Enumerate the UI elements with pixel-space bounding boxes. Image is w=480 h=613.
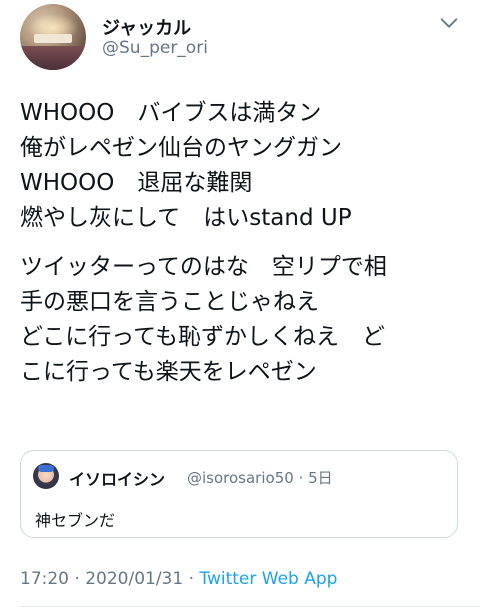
- tweet-source-link[interactable]: Twitter Web App: [199, 569, 337, 589]
- tweet-line: 手の悪口を言うことじゃねえ: [20, 289, 319, 315]
- quoted-author-handle: @isorosario50 · 5日: [187, 469, 333, 487]
- author-avatar[interactable]: [20, 4, 86, 70]
- tweet-line: 俺がレペゼン仙台のヤングガン: [20, 135, 342, 161]
- tweet-text: WHOOO バイブスは満タン 俺がレペゼン仙台のヤングガン WHOOO 退屈な難…: [20, 96, 468, 390]
- tweet: ジャッカル @Su_per_ori WHOOO バイブスは満タン 俺がレペゼン仙…: [0, 0, 480, 613]
- divider: [20, 606, 480, 607]
- tweet-line: WHOOO バイブスは満タン: [20, 100, 322, 126]
- tweet-line: どこに行っても恥ずかしくねえ ど: [20, 324, 386, 350]
- tweet-line: WHOOO 退屈な難関: [20, 170, 253, 196]
- tweet-line: こに行っても楽天をレペゼン: [20, 359, 317, 385]
- quoted-author-avatar[interactable]: [33, 463, 59, 489]
- tweet-meta: 17:20 · 2020/01/31 · Twitter Web App: [20, 569, 337, 589]
- tweet-line: 燃やし灰にして はいstand UP: [20, 205, 352, 231]
- tweet-timestamp[interactable]: 17:20 · 2020/01/31 ·: [20, 569, 199, 589]
- tweet-line: ツイッターってのはな 空リプで相: [20, 254, 387, 280]
- chevron-down-icon[interactable]: [438, 12, 460, 34]
- quoted-tweet-text: 神セブンだ: [35, 511, 116, 530]
- author-username[interactable]: @Su_per_ori: [102, 38, 208, 58]
- author-display-name[interactable]: ジャッカル: [102, 14, 191, 40]
- tweet-header: ジャッカル @Su_per_ori: [20, 4, 460, 74]
- quoted-author-name: イソロイシン: [69, 470, 166, 489]
- quoted-tweet[interactable]: イソロイシン @isorosario50 · 5日 神セブンだ: [20, 450, 458, 538]
